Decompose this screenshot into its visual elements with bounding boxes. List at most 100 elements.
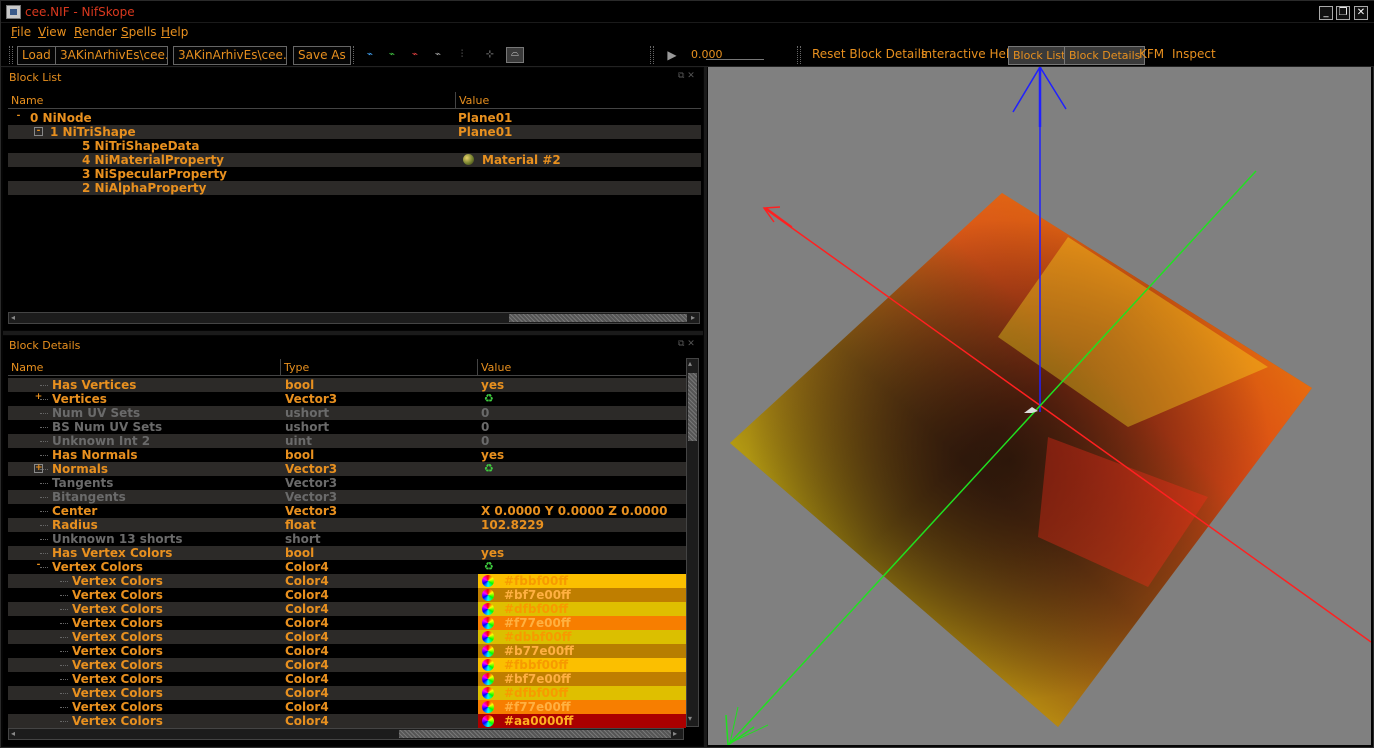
color-swatch[interactable]: #fbbf00ff <box>478 574 686 588</box>
field-value[interactable]: X 0.0000 Y 0.0000 Z 0.0000 <box>481 504 667 518</box>
color-swatch[interactable]: #bf7e00ff <box>478 588 686 602</box>
scrollbar-thumb[interactable] <box>509 314 687 322</box>
detail-row[interactable]: Vertex Colors Color4 #f77e00ff <box>8 616 686 630</box>
color-wheel-icon[interactable] <box>482 701 494 713</box>
field-value[interactable]: yes <box>481 448 504 462</box>
tree-expand-icon[interactable]: + <box>34 393 43 403</box>
toolbar-grip[interactable] <box>797 46 801 64</box>
scroll-up-icon[interactable]: ▴ <box>688 359 692 368</box>
view-user-icon[interactable]: ⌁ <box>431 49 445 61</box>
load-path-field[interactable]: 3AKinArhivEs\cee.NIF <box>55 46 168 65</box>
detail-row[interactable]: - Vertex Colors Color4 ♻ <box>8 560 686 574</box>
field-value[interactable]: 0 <box>481 420 489 434</box>
detail-row[interactable]: Num UV Sets ushort 0 <box>8 406 686 420</box>
detail-row[interactable]: + Vertices Vector3 ♻ <box>8 392 686 406</box>
block-details-hscrollbar[interactable]: ◂ ▸ <box>8 728 684 740</box>
color-wheel-icon[interactable] <box>482 659 494 671</box>
horizontal-splitter[interactable] <box>3 331 703 335</box>
save-as-button[interactable]: Save As <box>293 46 351 65</box>
close-button[interactable]: ✕ <box>1354 6 1368 20</box>
detail-row[interactable]: Vertex Colors Color4 #f77e00ff <box>8 700 686 714</box>
detail-row[interactable]: Unknown Int 2 uint 0 <box>8 434 686 448</box>
field-value[interactable]: 102.8229 <box>481 518 544 532</box>
detail-row[interactable]: Center Vector3 X 0.0000 Y 0.0000 Z 0.0000 <box>8 504 686 518</box>
column-header-value[interactable]: Value <box>456 92 701 109</box>
detail-row[interactable]: Has Normals bool yes <box>8 448 686 462</box>
detail-row[interactable]: Unknown 13 shorts short <box>8 532 686 546</box>
walk-mode-icon[interactable]: ⫶ <box>455 49 469 61</box>
scroll-left-icon[interactable]: ◂ <box>11 313 15 322</box>
scrollbar-thumb[interactable] <box>688 373 697 441</box>
color-wheel-icon[interactable] <box>482 631 494 643</box>
detail-row[interactable]: + Normals Vector3 ♻ <box>8 462 686 476</box>
block-list-row[interactable]: -1 NiTriShape Plane01 <box>8 125 701 139</box>
menu-view[interactable]: View <box>38 25 66 39</box>
detail-row[interactable]: Vertex Colors Color4 #fbbf00ff <box>8 574 686 588</box>
block-list-row[interactable]: -0 NiNode Plane01 <box>8 111 701 125</box>
restore-button[interactable]: ❐ <box>1336 6 1350 20</box>
tree-expand-icon[interactable]: + <box>34 464 43 473</box>
inspect-button[interactable]: Inspect <box>1168 46 1220 65</box>
view-top-icon[interactable]: ⌁ <box>408 49 422 61</box>
toolbar-grip[interactable] <box>350 46 354 64</box>
field-value[interactable]: yes <box>481 378 504 392</box>
scrollbar-thumb[interactable] <box>399 730 671 738</box>
block-list-row[interactable]: 4 NiMaterialProperty Material #2 <box>8 153 701 167</box>
perspective-icon[interactable]: ⊹ <box>483 49 497 61</box>
color-swatch[interactable]: #aa0000ff <box>478 714 686 728</box>
minimize-button[interactable]: _ <box>1319 6 1333 20</box>
panel-float-icon[interactable]: ⧉ ✕ <box>678 339 695 349</box>
render-viewport[interactable] <box>708 67 1371 745</box>
reset-block-details-button[interactable]: Reset Block Details <box>808 46 931 65</box>
color-wheel-icon[interactable] <box>482 673 494 685</box>
color-wheel-icon[interactable] <box>482 645 494 657</box>
scroll-down-icon[interactable]: ▾ <box>688 714 692 723</box>
detail-row[interactable]: Vertex Colors Color4 #fbbf00ff <box>8 658 686 672</box>
column-header-name[interactable]: Name <box>8 359 281 376</box>
detail-row[interactable]: BS Num UV Sets ushort 0 <box>8 420 686 434</box>
menu-spells[interactable]: Spells <box>121 25 157 39</box>
detail-row[interactable]: Tangents Vector3 <box>8 476 686 490</box>
color-wheel-icon[interactable] <box>482 715 494 727</box>
detail-row[interactable]: Has Vertex Colors bool yes <box>8 546 686 560</box>
detail-row[interactable]: Vertex Colors Color4 #bf7e00ff <box>8 588 686 602</box>
color-swatch[interactable]: #bf7e00ff <box>478 672 686 686</box>
block-details-toggle[interactable]: Block Details <box>1064 46 1146 65</box>
color-wheel-icon[interactable] <box>482 687 494 699</box>
detail-row[interactable]: Vertex Colors Color4 #b77e00ff <box>8 644 686 658</box>
detail-row[interactable]: Vertex Colors Color4 #dbbf00ff <box>8 630 686 644</box>
column-header-value[interactable]: Value <box>478 359 688 376</box>
color-wheel-icon[interactable] <box>482 575 494 587</box>
tree-collapse-icon[interactable]: - <box>14 112 23 122</box>
detail-row[interactable]: Vertex Colors Color4 #dfbf00ff <box>8 686 686 700</box>
block-list-row[interactable]: 3 NiSpecularProperty <box>8 167 701 181</box>
field-value[interactable]: 0 <box>481 406 489 420</box>
load-button[interactable]: Load <box>17 46 56 65</box>
color-swatch[interactable]: #f77e00ff <box>478 700 686 714</box>
interactive-help-button[interactable]: Interactive Help <box>917 46 1021 65</box>
menu-file[interactable]: File <box>11 25 31 39</box>
color-wheel-icon[interactable] <box>482 617 494 629</box>
scroll-right-icon[interactable]: ▸ <box>673 729 677 738</box>
color-swatch[interactable]: #dfbf00ff <box>478 686 686 700</box>
block-list-row[interactable]: 2 NiAlphaProperty <box>8 181 701 195</box>
flip-view-icon[interactable]: ⌓ <box>506 47 524 63</box>
block-list-hscrollbar[interactable]: ◂ ▸ <box>8 312 700 324</box>
array-icon[interactable]: ♻ <box>484 462 494 476</box>
column-header-name[interactable]: Name <box>8 92 456 109</box>
color-swatch[interactable]: #fbbf00ff <box>478 658 686 672</box>
block-details-vscrollbar[interactable]: ▴ ▾ <box>686 358 699 727</box>
scroll-right-icon[interactable]: ▸ <box>691 313 695 322</box>
column-header-type[interactable]: Type <box>281 359 478 376</box>
toolbar-grip[interactable] <box>9 46 13 64</box>
toolbar-grip[interactable] <box>650 46 654 64</box>
color-swatch[interactable]: #f77e00ff <box>478 616 686 630</box>
menu-render[interactable]: Render <box>74 25 117 39</box>
tree-collapse-icon[interactable]: - <box>34 561 43 571</box>
vertical-splitter[interactable] <box>704 67 707 747</box>
detail-row[interactable]: Bitangents Vector3 <box>8 490 686 504</box>
time-slider[interactable] <box>706 59 764 61</box>
color-wheel-icon[interactable] <box>482 589 494 601</box>
scroll-left-icon[interactable]: ◂ <box>11 729 15 738</box>
tree-collapse-icon[interactable]: - <box>34 127 43 136</box>
